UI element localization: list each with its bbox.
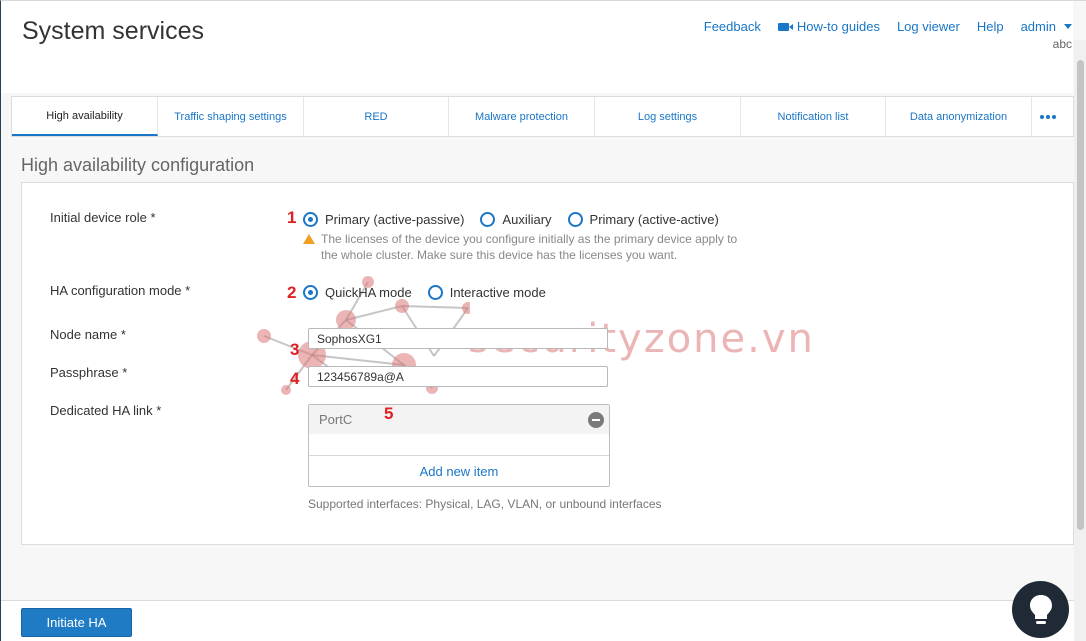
tab-red[interactable]: RED — [304, 97, 449, 136]
annotation-number: 4 — [290, 369, 300, 388]
lightbulb-icon — [1029, 594, 1052, 624]
how-to-guides-label: How-to guides — [796, 19, 880, 34]
role-option-auxiliary[interactable]: Auxiliary — [480, 212, 552, 227]
ha-link-label: Dedicated HA link * — [50, 403, 162, 418]
more-dot-icon — [1052, 114, 1056, 119]
role-option-primary-aa[interactable]: Primary (active-active) — [567, 212, 719, 227]
tab-traffic-shaping[interactable]: Traffic shaping settings — [158, 97, 304, 136]
annotation-number: 5 — [384, 404, 394, 423]
tab-high-availability[interactable]: High availability — [12, 97, 158, 136]
mode-option-label: Interactive mode — [449, 285, 546, 300]
radio-button-selected[interactable] — [303, 285, 318, 300]
ha-link-item-label: PortC — [319, 412, 353, 427]
mode-option-quickha[interactable]: QuickHA mode — [303, 285, 412, 300]
radio-button[interactable] — [480, 212, 496, 227]
top-bar: System services — [1, 1, 1073, 93]
caret-down-icon — [1064, 24, 1072, 29]
role-option-primary-ap[interactable]: Primary (active-passive) — [303, 212, 464, 227]
list-item[interactable]: PortC — [309, 405, 609, 434]
more-dot-icon — [1040, 114, 1044, 119]
initiate-ha-button[interactable]: Initiate HA — [21, 608, 132, 637]
user-name: admin — [1020, 19, 1056, 34]
annotation-number: 2 — [287, 283, 297, 302]
video-camera-icon — [777, 22, 793, 31]
radio-button-selected[interactable] — [303, 212, 318, 227]
scrollbar-thumb[interactable] — [1077, 60, 1084, 530]
tab-bar: High availability Traffic shaping settin… — [11, 96, 1074, 137]
mode-option-interactive[interactable]: Interactive mode — [427, 285, 546, 300]
role-option-label: Primary (active-active) — [589, 212, 719, 227]
help-link[interactable]: Help — [977, 19, 1004, 34]
remove-item-icon[interactable] — [588, 411, 604, 428]
passphrase-label: Passphrase * — [50, 365, 128, 380]
passphrase-field[interactable] — [308, 366, 608, 387]
feedback-link[interactable]: Feedback — [704, 19, 761, 34]
radio-button[interactable] — [427, 285, 443, 300]
warning-text-line1: The licenses of the device you configure… — [321, 232, 738, 246]
radio-button[interactable] — [567, 212, 583, 227]
section-title: High availability configuration — [21, 155, 255, 175]
device-role-label: Initial device role * — [50, 210, 156, 225]
tab-log-settings[interactable]: Log settings — [595, 97, 741, 136]
annotation-number: 1 — [287, 208, 297, 227]
license-warning: The licenses of the device you configure… — [303, 231, 763, 263]
node-name-label: Node name * — [50, 327, 126, 342]
tab-data-anonymization[interactable]: Data anonymization — [886, 97, 1032, 136]
ha-link-hint: Supported interfaces: Physical, LAG, VLA… — [308, 497, 662, 511]
warning-icon — [303, 234, 315, 244]
ha-mode-label: HA configuration mode * — [50, 283, 191, 298]
warning-text-line2: the whole cluster. Make sure this device… — [321, 248, 678, 262]
how-to-guides-link[interactable]: How-to guides — [777, 19, 880, 34]
footer-bar — [1, 601, 1074, 641]
role-option-label: Primary (active-passive) — [325, 212, 465, 227]
device-role-radio-group: Primary (active-passive) Auxiliary Prima… — [303, 212, 735, 227]
more-tabs-button[interactable] — [1032, 97, 1064, 136]
page-title: System services — [22, 17, 204, 45]
tab-malware-protection[interactable]: Malware protection — [449, 97, 595, 136]
ha-mode-radio-group: QuickHA mode Interactive mode — [303, 285, 562, 300]
user-menu[interactable]: admin — [1021, 19, 1072, 34]
tab-notification-list[interactable]: Notification list — [741, 97, 886, 136]
annotation-number: 3 — [290, 340, 300, 359]
header-links: Feedback How-to guides Log viewer Help a… — [704, 19, 1072, 34]
role-option-label: Auxiliary — [502, 212, 552, 227]
log-viewer-link[interactable]: Log viewer — [897, 19, 960, 34]
ha-link-list: PortC Add new item — [308, 404, 610, 487]
add-new-item-button[interactable]: Add new item — [309, 455, 609, 486]
more-dot-icon — [1046, 114, 1050, 119]
help-assistant-button[interactable] — [1012, 581, 1069, 638]
user-subtitle: abc — [1052, 37, 1072, 51]
mode-option-label: QuickHA mode — [325, 285, 412, 300]
node-name-field[interactable] — [308, 328, 608, 349]
